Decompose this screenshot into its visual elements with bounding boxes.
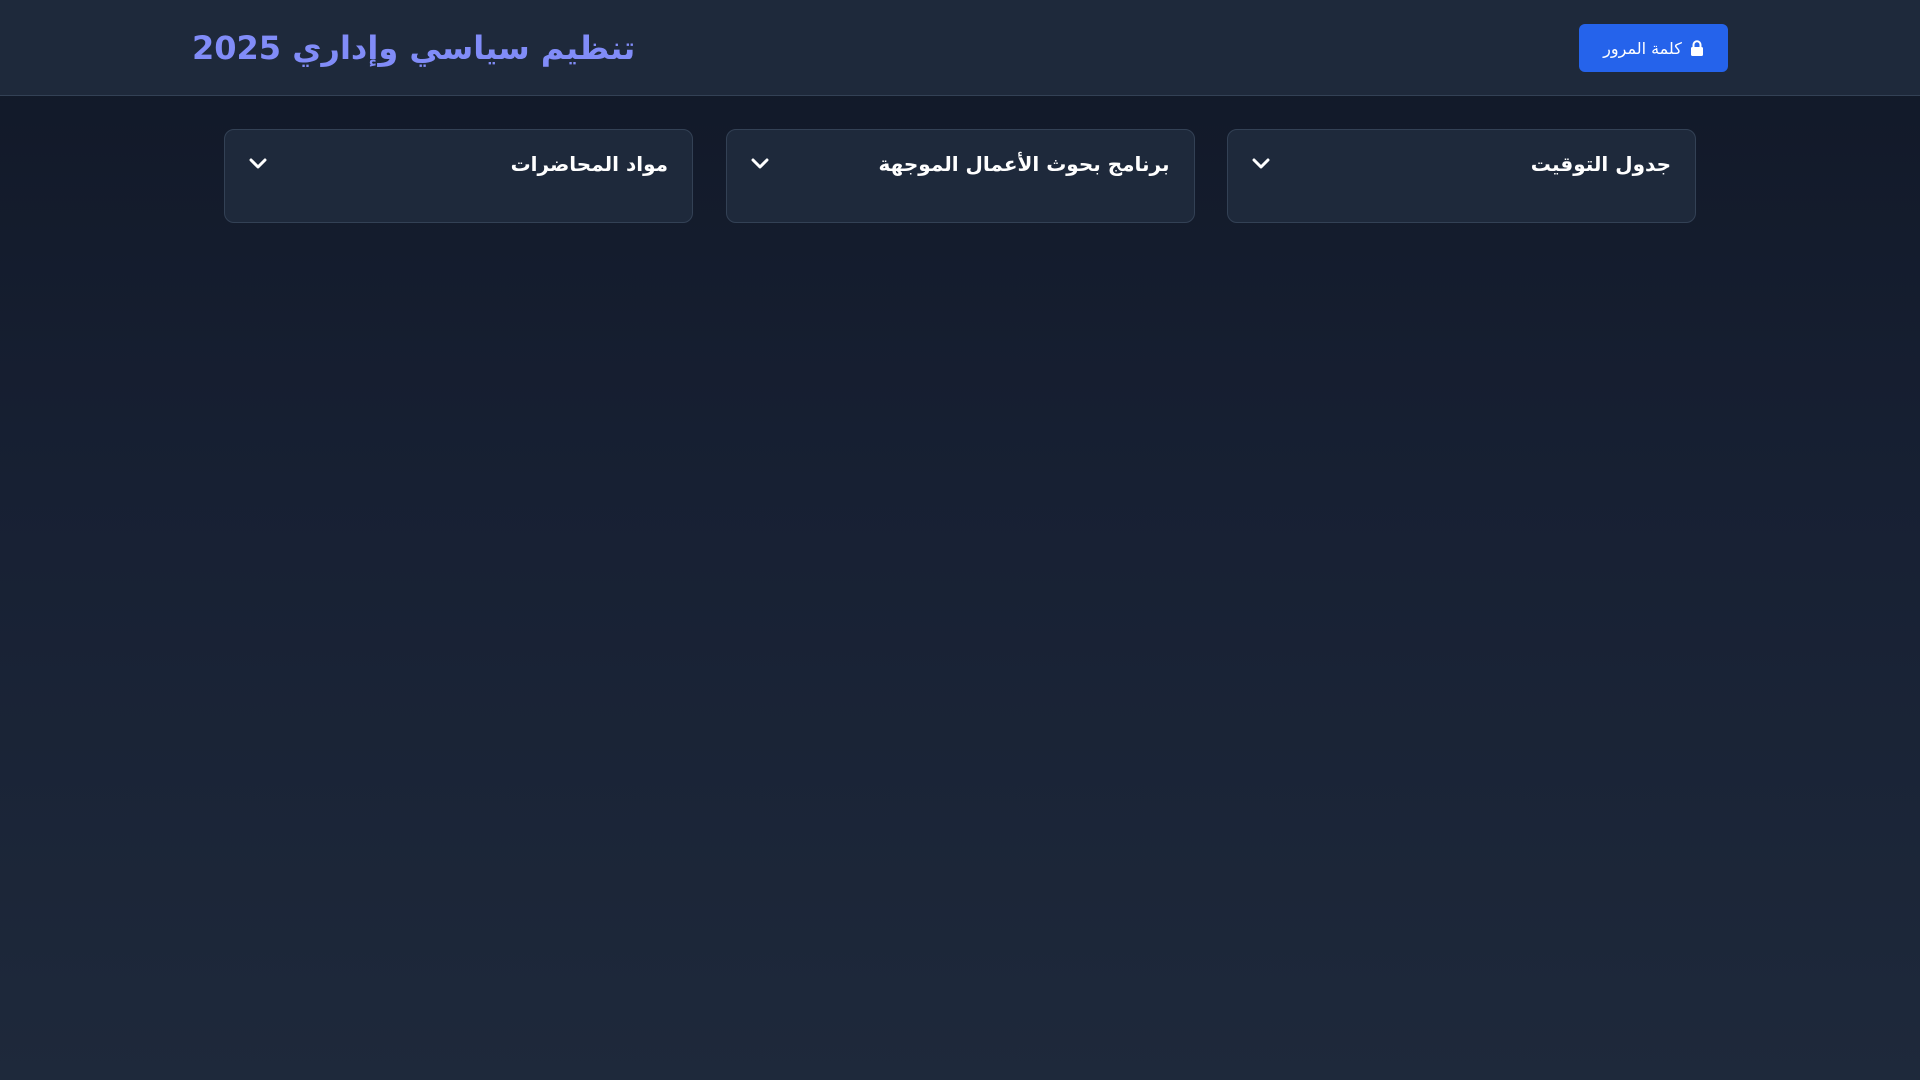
chevron-down-icon[interactable] <box>1252 158 1270 170</box>
password-button[interactable]: كلمة المرور <box>1579 24 1728 72</box>
sections-container: جدول التوقيت برنامج بحوث الأعمال الموجهة… <box>224 129 1696 223</box>
section-card-research-program[interactable]: برنامج بحوث الأعمال الموجهة <box>725 129 1195 223</box>
section-title: مواد المحاضرات <box>510 152 668 176</box>
password-button-label: كلمة المرور <box>1603 38 1682 58</box>
section-card-lecture-materials[interactable]: مواد المحاضرات <box>224 129 693 223</box>
section-title: برنامج بحوث الأعمال الموجهة <box>878 152 1170 176</box>
section-title: جدول التوقيت <box>1530 152 1671 176</box>
lock-icon <box>1690 40 1704 56</box>
page-title: تنظيم سياسي وإداري 2025 <box>192 29 636 67</box>
chevron-down-icon[interactable] <box>751 158 769 170</box>
top-header: تنظيم سياسي وإداري 2025 كلمة المرور <box>0 0 1920 96</box>
section-card-schedule[interactable]: جدول التوقيت <box>1227 129 1696 223</box>
chevron-down-icon[interactable] <box>249 158 267 170</box>
